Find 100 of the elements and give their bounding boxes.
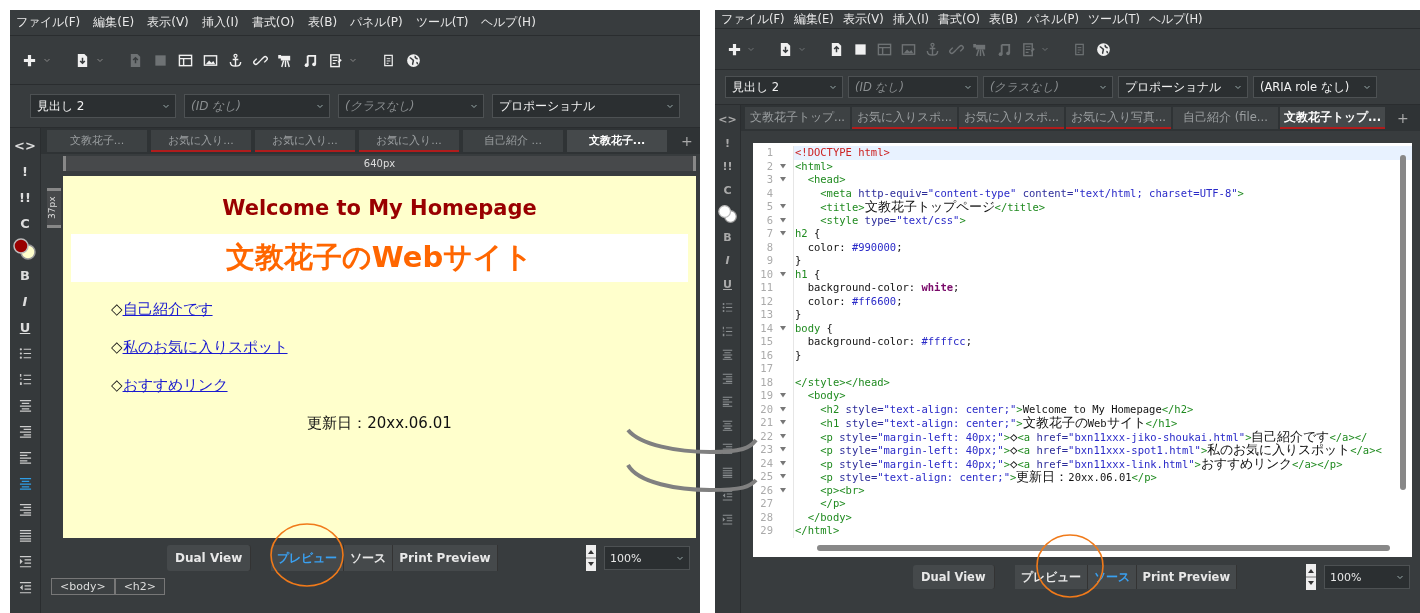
document-tab[interactable]: 自己紹介 ... [463,130,563,152]
view-mode-button[interactable]: Dual View [913,565,995,589]
format-button[interactable]: C [20,215,30,231]
justify-icon[interactable] [722,466,733,478]
page-link[interactable]: おすすめリンク [122,376,228,394]
format-button[interactable]: U [19,319,31,335]
page-link[interactable]: 私のお気に入りスポット [122,338,288,356]
dropdown[interactable]: 見出し 2 [30,94,176,118]
menu-item[interactable]: ヘルプ(H) [481,14,536,31]
format-button[interactable]: U [723,277,732,291]
menu-item[interactable]: パネル(P) [350,14,403,31]
document-tab[interactable]: お気に入り... [151,130,251,152]
table-icon[interactable] [178,52,193,68]
triangle-icon[interactable] [780,447,786,453]
dropdown[interactable]: (クラスなし) [338,94,484,118]
spinner-icon[interactable] [1306,564,1316,590]
menu-item[interactable]: 編集(E) [93,14,135,31]
view-mode-button[interactable]: ソース [344,545,394,571]
dropdown[interactable]: 見出し 2 [725,76,843,98]
dropdown[interactable]: (ID なし) [184,94,330,118]
format-button[interactable]: <> [718,113,737,127]
menu-item[interactable]: 表(B) [307,14,338,31]
format-button[interactable]: B [723,230,732,244]
document-icon[interactable] [778,41,793,57]
menu-item[interactable]: 表(B) [989,11,1018,27]
align-center-icon[interactable] [18,398,32,412]
dropdown[interactable]: プロポーショナル [492,94,680,118]
bullet-list-icon[interactable] [18,346,32,360]
triangle-icon[interactable] [780,177,786,183]
zoom-dropdown[interactable]: 100% [604,546,690,570]
plus-icon[interactable] [22,52,37,68]
align-center-icon[interactable] [722,419,733,431]
dropdown[interactable]: (クラスなし) [983,76,1113,98]
dropdown[interactable]: (ID なし) [848,76,978,98]
code-editor[interactable] [753,143,1412,557]
square-icon[interactable] [853,41,868,57]
align-left-icon[interactable] [18,450,32,464]
outdent-icon[interactable] [722,490,733,502]
document-tab[interactable]: お気に入り写真... [1066,107,1171,129]
color-swatch-icon[interactable] [12,237,38,261]
color-swatch-icon[interactable] [716,203,739,224]
clipboard-icon[interactable] [328,52,343,68]
triangle-icon[interactable] [780,487,786,493]
format-button[interactable]: ! [725,136,730,150]
dropdown[interactable]: プロポーショナル [1118,76,1248,98]
format-button[interactable]: B [20,267,30,283]
triangle-icon[interactable] [780,393,786,399]
horizontal-scrollbar[interactable] [817,545,1390,551]
new-tab-button[interactable]: + [681,133,693,149]
align-right-icon[interactable] [722,372,733,384]
justify-icon[interactable] [18,528,32,542]
breadcrumb[interactable]: <h2> [114,578,166,595]
document-tab[interactable]: 文教花子... [567,130,667,152]
zoom-dropdown[interactable]: 100% [1324,565,1410,589]
document-tab[interactable]: お気に入り... [255,130,355,152]
document-tab[interactable]: お気に入り... [359,130,459,152]
document-tab[interactable]: お気に入りスポ... [959,107,1064,129]
numbered-list-icon[interactable] [722,325,733,337]
image-icon[interactable] [203,52,218,68]
format-button[interactable]: I [725,254,730,268]
menu-item[interactable]: 書式(O) [938,11,981,27]
anchor-icon[interactable] [228,52,243,68]
breadcrumb[interactable]: <body> [51,578,115,595]
spinner-icon[interactable] [586,545,596,571]
view-mode-button[interactable]: Print Preview [1136,565,1237,589]
menu-item[interactable]: ファイル(F) [721,11,785,27]
document-tab[interactable]: 自己紹介 (file... [1173,107,1278,129]
triangle-icon[interactable] [780,163,786,169]
triangle-icon[interactable] [780,325,786,331]
align-center-icon[interactable] [18,476,32,490]
menu-item[interactable]: ツール(T) [1087,11,1140,27]
document-icon[interactable] [829,41,844,57]
align-left-icon[interactable] [722,396,733,408]
view-mode-button[interactable]: Dual View [167,545,252,571]
menu-item[interactable]: 表示(V) [147,14,189,31]
document-tab[interactable]: お気に入りスポ... [852,107,957,129]
triangle-icon[interactable] [780,217,786,223]
triangle-icon[interactable] [780,460,786,466]
format-button[interactable]: <> [14,137,36,153]
align-center-icon[interactable] [722,349,733,361]
format-button[interactable]: ! [22,163,28,179]
indent-icon[interactable] [18,554,32,568]
menu-item[interactable]: 編集(E) [793,11,834,27]
document-tab[interactable]: 文教花子トップ... [1280,107,1385,129]
triangle-icon[interactable] [780,474,786,480]
document-tab[interactable]: 文教花子... [47,130,147,152]
menu-item[interactable]: ファイル(F) [16,14,81,31]
menu-item[interactable]: 書式(O) [251,14,295,31]
menu-item[interactable]: パネル(P) [1026,11,1079,27]
globe-icon[interactable] [406,52,421,68]
new-tab-button[interactable]: + [1397,110,1409,126]
align-right-icon[interactable] [18,424,32,438]
format-button[interactable]: C [723,183,732,197]
indent-icon[interactable] [722,513,733,525]
triangle-icon[interactable] [780,271,786,277]
align-right-icon[interactable] [722,443,733,455]
globe-icon[interactable] [1096,41,1111,57]
music-note-icon[interactable] [303,52,318,68]
triangle-icon[interactable] [780,231,786,237]
note-icon[interactable] [381,52,396,68]
